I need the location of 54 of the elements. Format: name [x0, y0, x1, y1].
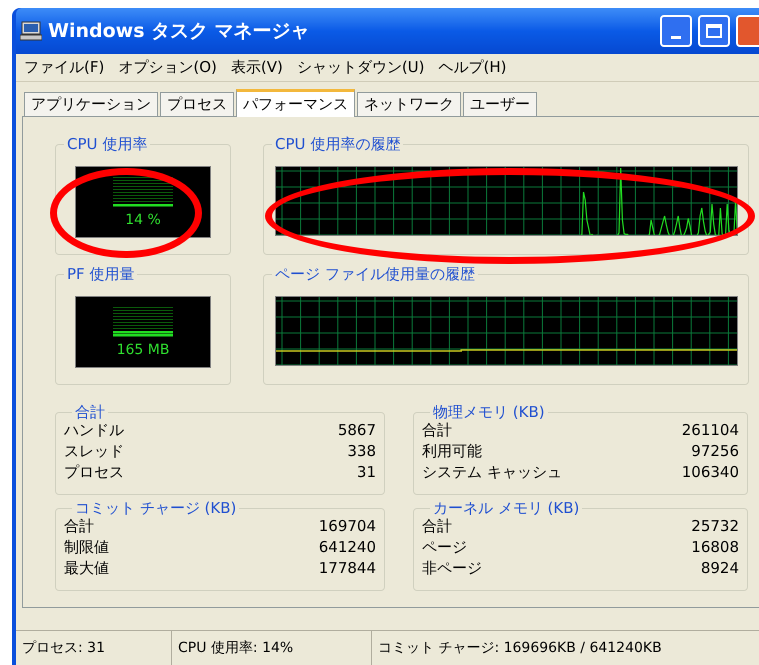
stat-label: 合計: [422, 516, 452, 537]
meter-drawing: [113, 307, 173, 337]
stat-value: 177844: [318, 558, 376, 579]
status-text: プロセス: 31: [16, 631, 172, 665]
group-title: カーネル メモリ (KB): [432, 501, 580, 516]
group-title: 物理メモリ (KB): [432, 405, 546, 420]
tab[interactable]: パフォーマンス: [236, 89, 355, 117]
stat-value: 16808: [691, 537, 739, 558]
meter-reading: 14 %: [125, 213, 161, 227]
menu-item[interactable]: オプション(O): [118, 56, 217, 79]
status-text: CPU 使用率: 14%: [172, 631, 372, 665]
menu-item[interactable]: ヘルプ(H): [438, 56, 506, 79]
menu-item[interactable]: ファイル(F): [24, 56, 104, 79]
tab[interactable]: プロセス: [160, 92, 234, 116]
stat-label: スレッド: [64, 441, 124, 462]
menu-item[interactable]: 表示(V): [230, 56, 283, 79]
stat-value: 8924: [700, 558, 739, 579]
stat-label: ページ: [422, 537, 467, 558]
group-title: CPU 使用率の履歴: [274, 137, 402, 152]
meter-reading: 165 MB: [116, 343, 170, 357]
maximize-button[interactable]: [698, 15, 730, 47]
computer-icon: [20, 21, 42, 41]
group-title: ページ ファイル使用量の履歴: [274, 267, 476, 282]
tab[interactable]: アプリケーション: [24, 92, 158, 116]
group-title: PF 使用量: [66, 267, 136, 282]
stat-label: ハンドル: [64, 420, 124, 441]
stat-value: 169704: [318, 516, 376, 537]
stat-label: プロセス: [64, 462, 124, 483]
stat-value: 641240: [318, 537, 376, 558]
stat-value: 25732: [691, 516, 739, 537]
stat-value: 261104: [682, 420, 739, 441]
stat-label: 利用可能: [422, 441, 482, 462]
tab[interactable]: ネットワーク: [357, 92, 461, 116]
tab[interactable]: ユーザー: [463, 92, 537, 116]
stat-value: 5867: [338, 420, 376, 441]
stat-label: 非ページ: [422, 558, 482, 579]
window-title: Windows タスク マネージャ: [48, 18, 310, 44]
stat-label: 合計: [422, 420, 452, 441]
stat-label: システム キャッシュ: [422, 462, 562, 483]
stat-value: 338: [347, 441, 376, 462]
stat-label: 制限値: [64, 537, 109, 558]
stat-value: 31: [356, 462, 376, 483]
close-button[interactable]: [736, 15, 759, 47]
group-title: CPU 使用率: [66, 137, 148, 152]
stat-label: 合計: [64, 516, 94, 537]
stat-value: 106340: [682, 462, 739, 483]
group-title: コミット チャージ (KB): [74, 501, 238, 516]
status-text: コミット チャージ: 169696KB / 641240KB: [372, 631, 759, 665]
stat-value: 97256: [691, 441, 739, 462]
menu-item[interactable]: シャットダウン(U): [296, 56, 425, 79]
group-title: 合計: [74, 405, 106, 420]
meter-drawing: [113, 177, 173, 207]
minimize-button[interactable]: [660, 15, 692, 47]
stat-label: 最大値: [64, 558, 109, 579]
